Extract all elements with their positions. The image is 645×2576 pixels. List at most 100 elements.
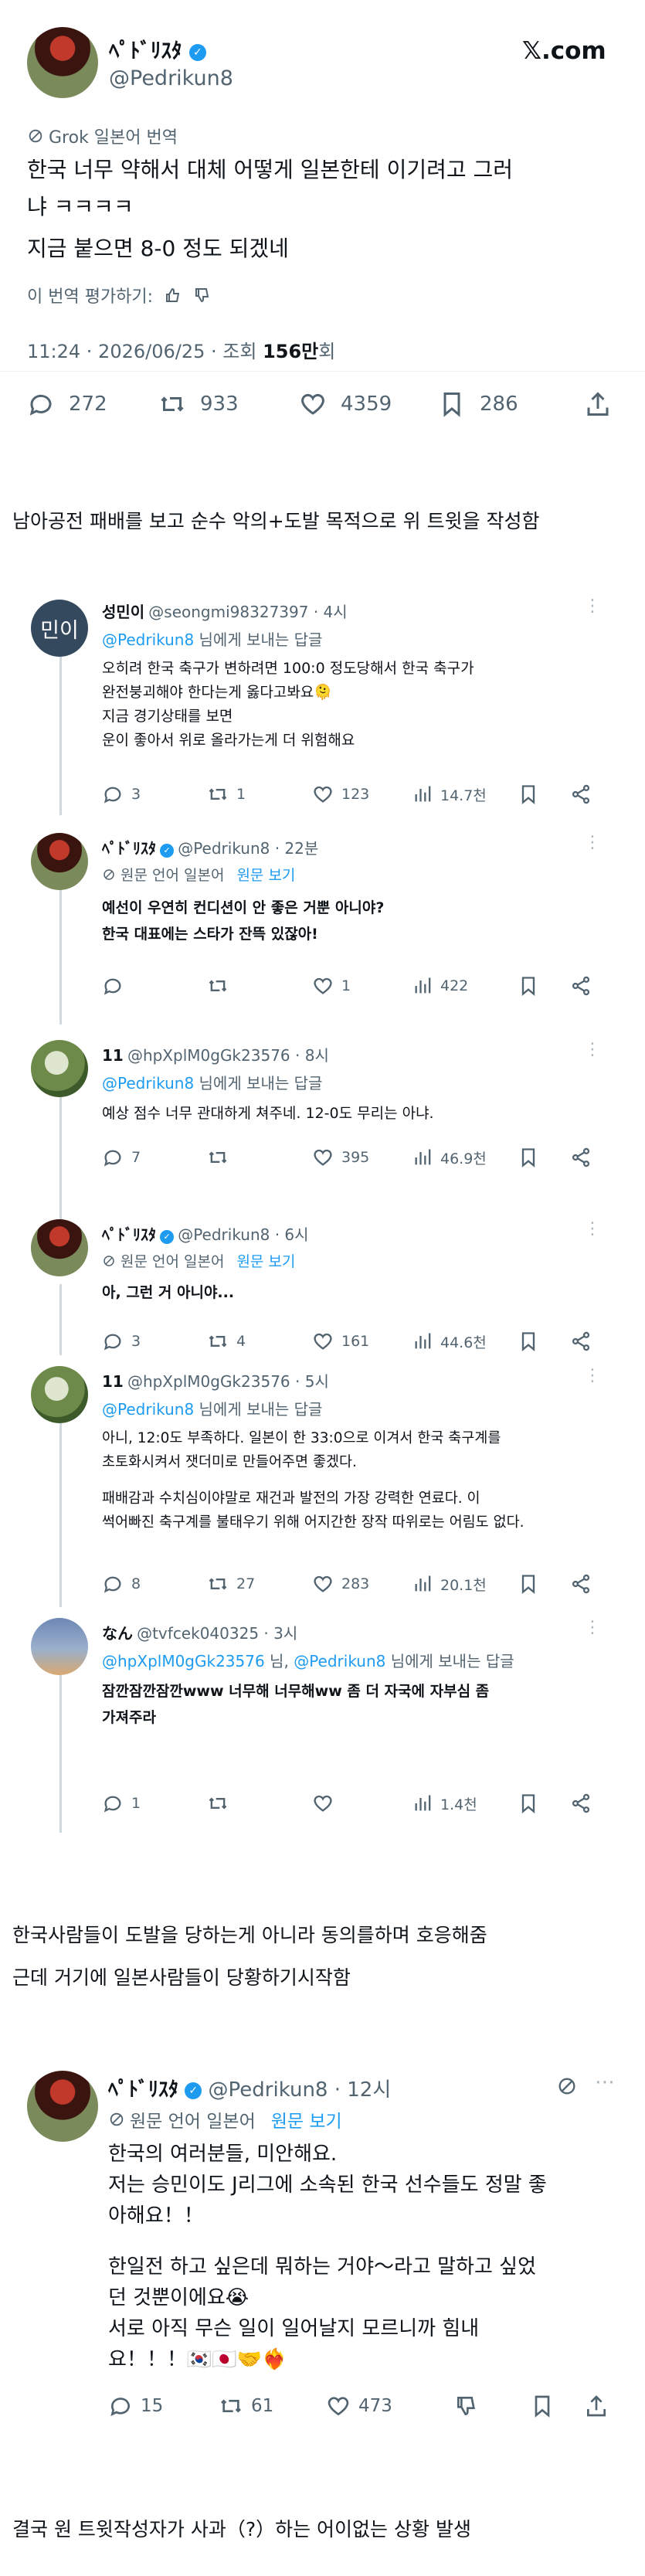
- avatar[interactable]: [27, 27, 98, 98]
- more-options-icon[interactable]: ⋮: [584, 833, 602, 852]
- share-button[interactable]: [570, 1793, 592, 1814]
- reply-handle[interactable]: @hpXplM0gGk23576 · 8시: [127, 1046, 329, 1065]
- display-name[interactable]: ﾍﾟﾄﾞﾘｽﾀ: [109, 39, 182, 63]
- views-button[interactable]: 20.1천: [412, 1573, 487, 1595]
- share-button[interactable]: [570, 1147, 592, 1168]
- reply-handle[interactable]: @seongmi98327397 · 4시: [148, 603, 347, 621]
- avatar[interactable]: [31, 1219, 88, 1276]
- share-button[interactable]: [570, 1573, 592, 1595]
- grok-translation-label[interactable]: Grok 일본어 번역: [49, 124, 178, 148]
- share-button[interactable]: [570, 783, 592, 805]
- like-button[interactable]: [312, 1793, 341, 1814]
- reply-button[interactable]: 1: [102, 1793, 141, 1814]
- user-handle[interactable]: @Pedrikun8: [109, 66, 233, 90]
- avatar[interactable]: [31, 1040, 88, 1097]
- retweet-button[interactable]: 1: [207, 783, 246, 805]
- share-button[interactable]: [570, 1330, 592, 1352]
- more-options-icon[interactable]: ⋮: [584, 1219, 602, 1239]
- bookmark-icon: [438, 390, 466, 418]
- share-icon: [570, 975, 592, 997]
- bookmark-button[interactable]: [518, 975, 539, 997]
- share-icon: [570, 1573, 592, 1595]
- avatar[interactable]: [27, 2071, 98, 2142]
- views-button[interactable]: 14.7천: [412, 783, 487, 805]
- view-original-link[interactable]: 원문 보기: [236, 1250, 295, 1271]
- bookmark-button[interactable]: [530, 2394, 555, 2418]
- reply-handle[interactable]: @hpXplM0gGk23576 · 5시: [127, 1372, 329, 1391]
- view-original-link[interactable]: 원문 보기: [271, 2106, 342, 2133]
- retweet-button[interactable]: 933: [158, 390, 239, 418]
- view-original-link[interactable]: 원문 보기: [236, 864, 295, 885]
- share-icon: [570, 1330, 592, 1352]
- retweet-button[interactable]: [207, 1793, 236, 1814]
- more-options-icon[interactable]: ⋮: [584, 596, 602, 616]
- reply-icon: [102, 975, 124, 997]
- retweet-button[interactable]: 27: [207, 1573, 255, 1595]
- x-logo[interactable]: 𝕏.com: [522, 37, 606, 65]
- grok-icon: [108, 2111, 125, 2128]
- share-icon: [570, 783, 592, 805]
- reply-handle[interactable]: @tvfcek040325 · 3시: [137, 1624, 297, 1643]
- like-button[interactable]: 123: [312, 783, 369, 805]
- more-options-icon[interactable]: ⋯: [595, 2071, 616, 2094]
- retweet-button[interactable]: [207, 975, 236, 997]
- share-button[interactable]: [570, 975, 592, 997]
- like-button[interactable]: 161: [312, 1330, 369, 1352]
- reply-button[interactable]: 15: [108, 2394, 163, 2418]
- like-button[interactable]: 1: [312, 975, 351, 997]
- reply-button[interactable]: 8: [102, 1573, 141, 1595]
- bookmark-button[interactable]: [518, 1573, 539, 1595]
- reply-author-name[interactable]: ﾍﾟﾄﾞﾘｽﾀ: [102, 1225, 156, 1244]
- reply-handle[interactable]: @Pedrikun8 · 22분: [178, 839, 318, 858]
- reply-author-name[interactable]: 성민이: [102, 603, 144, 621]
- retweet-button[interactable]: 4: [207, 1330, 246, 1352]
- reply-author-name[interactable]: 11: [102, 1046, 124, 1065]
- views-button[interactable]: 46.9천: [412, 1147, 487, 1168]
- bookmark-button[interactable]: [518, 1330, 539, 1352]
- share-icon: [570, 1793, 592, 1814]
- like-button[interactable]: 283: [312, 1573, 369, 1595]
- grok-icon[interactable]: [556, 2075, 578, 2097]
- reply-icon: [102, 783, 124, 805]
- thumbs-down-icon: [454, 2394, 479, 2418]
- heart-icon: [326, 2394, 351, 2418]
- reply-button[interactable]: [102, 975, 131, 997]
- bookmark-button[interactable]: 286: [438, 390, 518, 418]
- display-name[interactable]: ﾍﾟﾄﾞﾘｽﾀ: [108, 2078, 178, 2102]
- avatar[interactable]: [31, 1366, 88, 1423]
- more-options-icon[interactable]: ⋮: [584, 1618, 602, 1637]
- tweet-meta: 11:24 · 2026/06/25 · 조회 156만회: [27, 341, 336, 362]
- reply-author-name[interactable]: なん: [102, 1624, 133, 1643]
- views-button[interactable]: 422: [412, 975, 468, 997]
- like-button[interactable]: 473: [326, 2394, 392, 2418]
- reply-button[interactable]: 3: [102, 1330, 141, 1352]
- like-button[interactable]: 4359: [299, 390, 392, 418]
- views-button[interactable]: 1.4천: [412, 1793, 477, 1814]
- reply-button[interactable]: 3: [102, 783, 141, 805]
- thumbs-down-icon[interactable]: [193, 286, 212, 304]
- reply-button[interactable]: 7: [102, 1147, 141, 1168]
- user-handle[interactable]: @Pedrikun8 · 12시: [209, 2078, 392, 2102]
- thumbs-up-icon[interactable]: [164, 286, 182, 304]
- more-options-icon[interactable]: ⋮: [584, 1040, 602, 1059]
- reply-button[interactable]: 272: [27, 390, 107, 418]
- like-button[interactable]: 395: [312, 1147, 369, 1168]
- avatar[interactable]: [31, 1618, 88, 1675]
- reply-author-name[interactable]: 11: [102, 1372, 124, 1391]
- share-button[interactable]: [584, 2394, 609, 2418]
- reply-handle[interactable]: @Pedrikun8 · 6시: [178, 1225, 308, 1244]
- avatar[interactable]: [31, 833, 88, 890]
- views-icon: [412, 1147, 434, 1168]
- more-options-icon[interactable]: ⋮: [584, 1366, 602, 1385]
- views-button[interactable]: 44.6천: [412, 1330, 487, 1352]
- share-button[interactable]: [584, 390, 612, 418]
- avatar[interactable]: 민이: [31, 600, 88, 657]
- reply-author-name[interactable]: ﾍﾟﾄﾞﾘｽﾀ: [102, 839, 156, 858]
- retweet-button[interactable]: [207, 1147, 236, 1168]
- dislike-button[interactable]: [454, 2394, 479, 2418]
- bookmark-button[interactable]: [518, 1793, 539, 1814]
- bookmark-button[interactable]: [518, 783, 539, 805]
- bookmark-button[interactable]: [518, 1147, 539, 1168]
- bookmark-icon: [518, 783, 539, 805]
- retweet-button[interactable]: 61: [219, 2394, 273, 2418]
